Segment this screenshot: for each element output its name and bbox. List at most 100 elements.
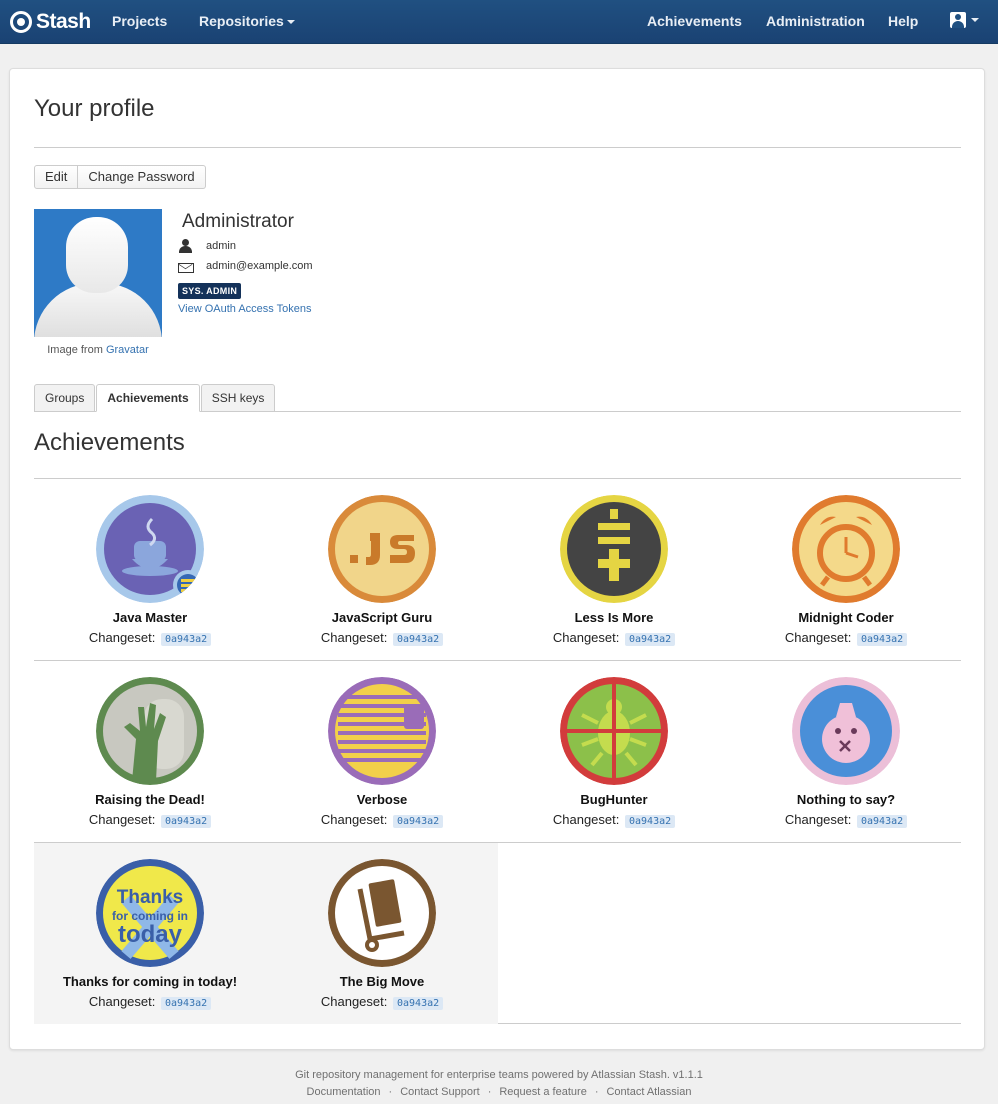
profile-actions: Edit Change Password [34, 165, 206, 189]
edit-button[interactable]: Edit [34, 165, 79, 189]
nav-projects[interactable]: Projects [112, 13, 167, 29]
gravatar-note: Image from Gravatar [34, 344, 162, 356]
achievement-card: Midnight Coder Changeset: 0a943a2 [730, 479, 962, 660]
change-password-button[interactable]: Change Password [78, 165, 206, 189]
profile-tabs: Groups Achievements SSH keys [34, 384, 276, 412]
achievement-card: Nothing to say? Changeset: 0a943a2 [730, 661, 962, 842]
changeset-hash-link[interactable]: 0a943a2 [392, 633, 444, 646]
changeset-label: Changeset: [320, 994, 388, 1009]
changeset-hash-link[interactable]: 0a943a2 [392, 997, 444, 1010]
achievement-name: JavaScript Guru [331, 610, 433, 625]
achievement-name: Verbose [356, 792, 408, 807]
changeset-hash-link[interactable]: 0a943a2 [856, 633, 908, 646]
achievement-card: Verbose Changeset: 0a943a2 [266, 661, 498, 842]
divider [34, 147, 961, 148]
changeset-hash-link[interactable]: 0a943a2 [624, 633, 676, 646]
user-icon [178, 239, 194, 253]
footer-links: Documentation · Contact Support · Request a … [0, 1086, 998, 1098]
separator: · [487, 1086, 492, 1098]
bug-crosshair-icon [560, 677, 668, 785]
nav-help[interactable]: Help [888, 13, 918, 29]
achievement-changeset: Changeset: 0a943a2 [730, 812, 962, 828]
achievement-name: Raising the Dead! [95, 792, 205, 807]
changeset-hash-link[interactable]: 0a943a2 [624, 815, 676, 828]
svg-text:Thanks: Thanks [117, 887, 184, 908]
user-icon [950, 12, 966, 28]
plus-minus-icon [560, 495, 668, 603]
section-title: Achievements [34, 429, 185, 456]
changeset-label: Changeset: [784, 812, 852, 827]
page-title: Your profile [34, 95, 155, 122]
avatar-head [66, 217, 128, 293]
footer-link-contact-atlassian[interactable]: Contact Atlassian [606, 1086, 691, 1098]
changeset-label: Changeset: [88, 812, 156, 827]
oauth-tokens-link[interactable]: View OAuth Access Tokens [178, 303, 312, 315]
achievement-changeset: Changeset: 0a943a2 [34, 630, 266, 646]
achievements-row: Raising the Dead! Changeset: 0a943a2 Ver… [34, 660, 961, 842]
separator: · [388, 1086, 393, 1098]
achievement-changeset: Changeset: 0a943a2 [266, 630, 498, 646]
stash-logo[interactable]: Stash [10, 9, 91, 35]
user-menu[interactable] [950, 12, 979, 28]
changeset-hash-link[interactable]: 0a943a2 [160, 997, 212, 1010]
tab-achievements[interactable]: Achievements [96, 384, 200, 412]
changeset-label: Changeset: [552, 630, 620, 645]
changeset-hash-link[interactable]: 0a943a2 [856, 815, 908, 828]
changeset-label: Changeset: [784, 630, 852, 645]
email-row: admin@example.com [178, 260, 313, 273]
achievement-name: Thanks for coming in today! [62, 974, 238, 989]
achievement-changeset: Changeset: 0a943a2 [498, 812, 730, 828]
pig-face-icon [792, 677, 900, 785]
brand-name: Stash [36, 10, 91, 33]
username-row: admin [178, 239, 236, 253]
achievement-card: Raising the Dead! Changeset: 0a943a2 [34, 661, 266, 842]
achievement-changeset: Changeset: 0a943a2 [266, 812, 498, 828]
achievement-name: BugHunter [580, 792, 648, 807]
chevron-down-icon [971, 18, 979, 22]
changeset-hash-link[interactable]: 0a943a2 [392, 815, 444, 828]
top-navigation-bar: Stash Projects Repositories Achievements… [0, 0, 998, 44]
profile-panel: Your profile Edit Change Password Image … [9, 68, 985, 1050]
verbose-lines-icon [328, 677, 436, 785]
display-name: Administrator [182, 211, 294, 232]
hand-truck-icon [328, 859, 436, 967]
stash-logo-icon [10, 11, 32, 33]
nav-administration[interactable]: Administration [766, 13, 865, 29]
zombie-hand-icon [96, 677, 204, 785]
achievement-changeset: Changeset: 0a943a2 [34, 994, 266, 1010]
achievement-name: The Big Move [339, 974, 425, 989]
changeset-hash-link[interactable]: 0a943a2 [160, 815, 212, 828]
tab-ssh-keys[interactable]: SSH keys [200, 384, 276, 412]
achievement-card: JavaScript Guru Changeset: 0a943a2 [266, 479, 498, 660]
nav-repositories[interactable]: Repositories [199, 13, 295, 29]
footer-link-contact-support[interactable]: Contact Support [400, 1086, 480, 1098]
achievement-card: Java Master Changeset: 0a943a2 [34, 479, 266, 660]
achievement-card: Thanks for coming in today Thanks for co… [34, 843, 266, 1024]
thanks-text-icon: Thanks for coming in today [96, 859, 204, 967]
nav-repositories-label: Repositories [199, 13, 284, 29]
achievement-card: BugHunter Changeset: 0a943a2 [498, 661, 730, 842]
changeset-hash-link[interactable]: 0a943a2 [160, 633, 212, 646]
java-coffee-icon [96, 495, 204, 603]
footer-link-request-feature[interactable]: Request a feature [499, 1086, 586, 1098]
gravatar-prefix: Image from [47, 344, 103, 356]
separator: · [594, 1086, 599, 1098]
gravatar-link[interactable]: Gravatar [106, 344, 149, 356]
footer-link-documentation[interactable]: Documentation [307, 1086, 381, 1098]
envelope-icon [178, 263, 194, 273]
js-icon [328, 495, 436, 603]
achievement-name: Midnight Coder [798, 610, 894, 625]
footer-tagline: Git repository management for enterprise… [295, 1069, 703, 1081]
achievement-changeset: Changeset: 0a943a2 [498, 630, 730, 646]
alarm-clock-icon [792, 495, 900, 603]
achievement-changeset: Changeset: 0a943a2 [266, 994, 498, 1010]
achievement-name: Less Is More [574, 610, 654, 625]
chevron-down-icon [286, 20, 295, 25]
changeset-label: Changeset: [320, 812, 388, 827]
email: admin@example.com [206, 260, 313, 272]
tab-groups[interactable]: Groups [34, 384, 96, 412]
achievement-name: Nothing to say? [796, 792, 896, 807]
changeset-label: Changeset: [552, 812, 620, 827]
achievements-grid: Java Master Changeset: 0a943a2 JavaScrip… [34, 478, 961, 1024]
nav-achievements[interactable]: Achievements [647, 13, 742, 29]
